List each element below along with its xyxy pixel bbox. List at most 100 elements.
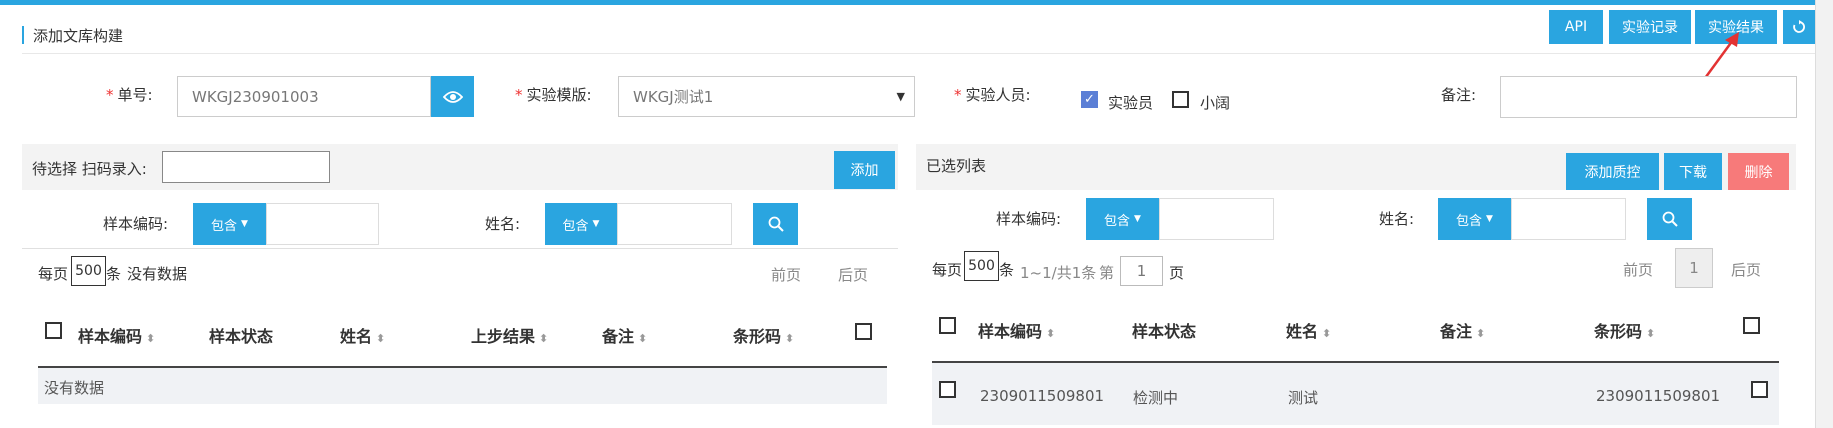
left-per-page-select[interactable]: 500: [71, 256, 106, 286]
left-pager-status: 没有数据: [127, 265, 188, 283]
right-current-page[interactable]: 1: [1675, 248, 1713, 288]
api-button[interactable]: API: [1549, 10, 1603, 44]
sort-icon: ⬍: [1476, 327, 1486, 340]
right-col-name[interactable]: 姓名 ⬍: [1286, 318, 1331, 342]
row-name: 测试: [1288, 389, 1319, 407]
row-end-checkbox[interactable]: [1751, 381, 1768, 398]
refresh-button[interactable]: [1783, 10, 1815, 44]
left-name-contains-text: 包含: [562, 218, 589, 234]
caret-down-icon: ▼: [592, 219, 600, 229]
left-header-checkbox[interactable]: [855, 323, 872, 340]
template-select[interactable]: WKGJ测试1 ▼: [618, 76, 915, 117]
sort-icon: ⬍: [1322, 327, 1332, 340]
right-per-page-select[interactable]: 500: [964, 251, 999, 281]
row-checkbox[interactable]: [939, 381, 956, 398]
left-col-barcode[interactable]: 条形码 ⬍: [733, 323, 794, 347]
row-barcode: 2309011509801: [1596, 387, 1721, 405]
sort-icon: ⬍: [539, 332, 549, 345]
left-col-status: 样本状态: [209, 327, 274, 346]
right-per-page-value: 500: [968, 258, 995, 274]
left-code-contains-text: 包含: [211, 218, 238, 234]
staff-label: * 实验人员:: [954, 86, 1031, 104]
left-code-contains-dropdown[interactable]: 包含 ▼: [193, 203, 266, 245]
sort-icon: ⬍: [146, 332, 156, 345]
left-col-prev-result[interactable]: 上步结果 ⬍: [471, 323, 548, 347]
left-name-contains-dropdown[interactable]: 包含 ▼: [545, 203, 617, 245]
checkmark-icon: ✓: [1084, 92, 1095, 107]
selected-list-label: 已选列表: [926, 157, 987, 175]
staff-name-1: 实验员: [1108, 94, 1154, 112]
scan-input[interactable]: [162, 151, 330, 183]
sort-icon: ⬍: [376, 332, 386, 345]
top-accent-bar: [0, 0, 1833, 5]
right-pager-summary: 1~1/共1条: [1020, 264, 1097, 282]
right-code-contains-text: 包含: [1104, 213, 1131, 229]
right-per-page-prefix: 每页: [932, 261, 963, 279]
left-search-button[interactable]: [753, 203, 798, 245]
right-code-filter-input[interactable]: [1159, 198, 1274, 240]
order-number-input[interactable]: WKGJ230901003: [177, 76, 431, 117]
right-next-page[interactable]: 后页: [1731, 259, 1761, 280]
title-marker: [22, 26, 24, 44]
experiment-records-button[interactable]: 实验记录: [1609, 10, 1691, 44]
left-prev-page[interactable]: 前页: [771, 264, 801, 285]
template-label: * 实验模版:: [515, 86, 592, 104]
add-button[interactable]: 添加: [834, 151, 895, 189]
right-col-barcode[interactable]: 条形码 ⬍: [1594, 318, 1655, 342]
staff-name-2: 小阔: [1200, 94, 1231, 112]
right-name-contains-text: 包含: [1456, 213, 1483, 229]
left-col-name[interactable]: 姓名 ⬍: [340, 323, 385, 347]
search-icon: [768, 216, 784, 232]
right-page-suffix: 页: [1169, 264, 1185, 282]
template-select-value: WKGJ测试1: [633, 88, 714, 106]
right-page-prefix: 第: [1099, 264, 1115, 282]
add-qc-button[interactable]: 添加质控: [1566, 153, 1659, 190]
right-col-status: 样本状态: [1132, 322, 1197, 341]
page-title: 添加文库构建: [33, 27, 124, 45]
right-code-contains-dropdown[interactable]: 包含 ▼: [1086, 198, 1159, 240]
refresh-icon: [1793, 20, 1805, 33]
caret-down-icon: ▼: [1134, 214, 1141, 224]
right-search-button[interactable]: [1647, 198, 1692, 240]
caret-down-icon: ▼: [241, 219, 248, 229]
view-order-button[interactable]: [431, 76, 474, 117]
staff-checkbox-2[interactable]: [1172, 91, 1189, 108]
left-col-code[interactable]: 样本编码 ⬍: [78, 323, 155, 347]
remark-input[interactable]: [1500, 76, 1797, 118]
sort-icon: ⬍: [1046, 327, 1056, 340]
left-code-filter-input[interactable]: [266, 203, 379, 245]
right-prev-page[interactable]: 前页: [1623, 259, 1653, 280]
chevron-down-icon: ▼: [896, 90, 905, 103]
search-icon: [1662, 211, 1678, 227]
page-scrollbar[interactable]: [1815, 0, 1833, 428]
scan-label: 待选择 扫码录入:: [32, 160, 147, 178]
right-per-page-suffix: 条: [999, 261, 1015, 279]
left-select-all-checkbox[interactable]: [45, 322, 62, 339]
left-next-page[interactable]: 后页: [838, 264, 868, 285]
header-divider: [22, 53, 1815, 54]
left-per-page-suffix: 条: [106, 265, 122, 283]
right-col-code[interactable]: 样本编码 ⬍: [978, 318, 1055, 342]
order-label: * 单号:: [106, 86, 153, 104]
left-col-remark[interactable]: 备注 ⬍: [602, 323, 647, 347]
row-status: 检测中: [1133, 389, 1179, 407]
delete-button[interactable]: 删除: [1728, 153, 1789, 190]
sort-icon: ⬍: [1646, 327, 1656, 340]
eye-icon: [442, 90, 463, 103]
right-header-checkbox[interactable]: [1743, 317, 1760, 334]
remark-label: 备注:: [1441, 86, 1477, 104]
left-filter-divider: [22, 248, 898, 249]
right-name-contains-dropdown[interactable]: 包含 ▼: [1438, 198, 1511, 240]
right-select-all-checkbox[interactable]: [939, 317, 956, 334]
sort-icon: ⬍: [785, 332, 795, 345]
right-page-input[interactable]: 1: [1120, 256, 1163, 286]
right-col-remark[interactable]: 备注 ⬍: [1440, 318, 1485, 342]
right-name-filter-input[interactable]: [1511, 198, 1626, 240]
download-button[interactable]: 下载: [1664, 153, 1722, 190]
staff-checkbox-1[interactable]: ✓: [1081, 91, 1098, 108]
left-name-filter-input[interactable]: [617, 203, 732, 245]
left-panel-header: [22, 144, 898, 190]
sort-icon: ⬍: [638, 332, 648, 345]
caret-down-icon: ▼: [1486, 214, 1493, 224]
row-code: 2309011509801: [980, 387, 1105, 405]
